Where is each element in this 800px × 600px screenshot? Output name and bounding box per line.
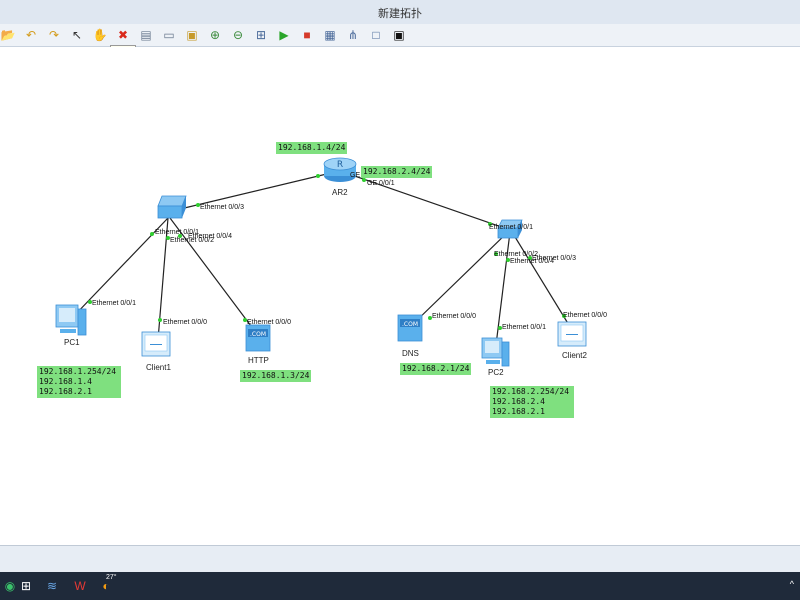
ip-label-pc2[interactable]: 192.168.2.254/24 192.168.2.4 192.168.2.1 (490, 386, 574, 418)
ip-label-ar2-left[interactable]: 192.168.1.4/24 (276, 142, 348, 154)
device-label-dns[interactable]: DNS (402, 349, 419, 358)
ip-label-dns[interactable]: 192.168.2.1/24 (400, 363, 472, 375)
ip-label-ar2-right[interactable]: 192.168.2.4/24 (361, 166, 433, 178)
com-text: .COM (402, 321, 418, 328)
port-label: Ethernet 0/0/3 (532, 255, 576, 262)
ip-label-http[interactable]: 192.168.1.3/24 (240, 370, 312, 382)
windows-start-icon[interactable]: ⊞ (16, 576, 36, 596)
client-icon (557, 321, 587, 347)
port-label: Ethernet 0/0/0 (563, 312, 607, 319)
dns-server-icon: .COM (397, 314, 423, 342)
pc-icon (481, 337, 510, 367)
port-label: Ethernet 0/0/0 (247, 319, 291, 326)
port-label: GE 0/0/1 (367, 180, 395, 187)
port-label: Ethernet 0/0/1 (489, 224, 533, 231)
taskbar: 27° ^ ◉ ⊞ ≋ W ◐ (0, 572, 800, 600)
device-label-pc1[interactable]: PC1 (64, 338, 80, 347)
ip-label-pc1[interactable]: 192.168.1.254/24 192.168.1.4 192.168.2.1 (37, 366, 121, 398)
port-label: Ethernet 0/0/0 (432, 313, 476, 320)
status-bar (0, 545, 800, 573)
switch-icon (157, 195, 187, 219)
device-label-ar2[interactable]: AR2 (332, 188, 348, 197)
http-server-icon: .COM (245, 324, 271, 352)
ensp-app-icon[interactable]: ≋ (42, 576, 62, 596)
port-label: Ethernet 0/0/1 (502, 324, 546, 331)
tray-overflow-icon[interactable]: ^ (790, 579, 794, 589)
client-icon (141, 331, 171, 357)
com-text: .COM (250, 331, 266, 338)
pc-icon (55, 304, 87, 336)
weather-icon[interactable]: ◐ (96, 576, 116, 596)
device-label-pc2[interactable]: PC2 (488, 368, 504, 377)
port-label: Ethernet 0/0/3 (200, 204, 244, 211)
port-label: Ethernet 0/0/0 (163, 319, 207, 326)
link-sw2-dns (411, 229, 511, 326)
device-label-client2[interactable]: Client2 (562, 351, 587, 360)
wps-office-icon[interactable]: W (70, 576, 90, 596)
device-label-http[interactable]: HTTP (248, 356, 269, 365)
port-label: Ethernet 0/0/1 (92, 300, 136, 307)
port-label: Ethernet 0/0/2 (170, 237, 214, 244)
device-label-client1[interactable]: Client1 (146, 363, 171, 372)
svg-text:R: R (337, 160, 343, 170)
